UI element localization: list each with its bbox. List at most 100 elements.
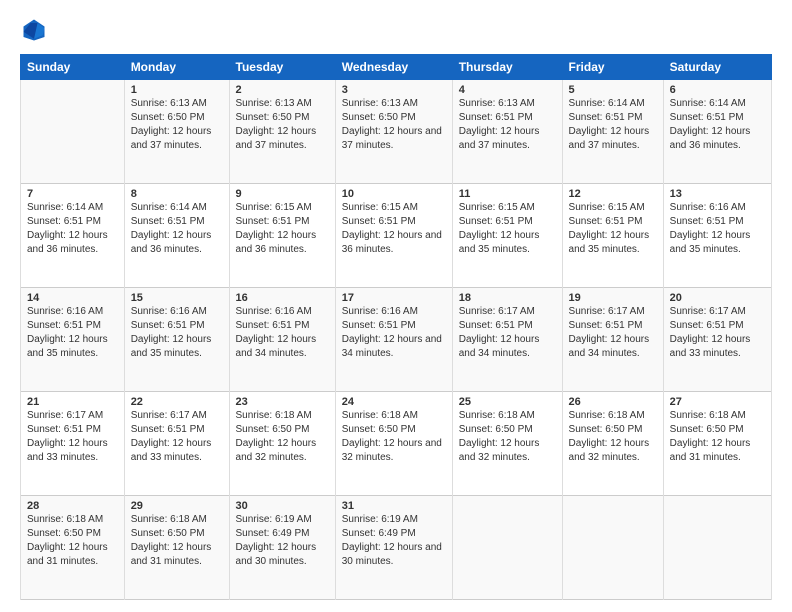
calendar-cell: 18 Sunrise: 6:17 AMSunset: 6:51 PMDayligh… bbox=[452, 288, 562, 392]
day-number: 10 bbox=[342, 188, 446, 200]
day-detail: Sunrise: 6:13 AMSunset: 6:50 PMDaylight:… bbox=[131, 98, 212, 151]
day-number: 8 bbox=[131, 188, 223, 200]
day-number: 17 bbox=[342, 292, 446, 304]
calendar-cell: 23 Sunrise: 6:18 AMSunset: 6:50 PMDayligh… bbox=[229, 392, 335, 496]
day-number: 15 bbox=[131, 292, 223, 304]
calendar-cell: 30 Sunrise: 6:19 AMSunset: 6:49 PMDayligh… bbox=[229, 496, 335, 600]
day-detail: Sunrise: 6:16 AMSunset: 6:51 PMDaylight:… bbox=[131, 306, 212, 359]
calendar-cell: 19 Sunrise: 6:17 AMSunset: 6:51 PMDayligh… bbox=[562, 288, 663, 392]
calendar-week-row: 14Sunrise: 6:16 AMSunset: 6:51 PMDayligh… bbox=[21, 288, 772, 392]
calendar-cell: 21 Sunrise: 6:17 AMSunset: 6:51 PMDayligh… bbox=[21, 392, 125, 496]
day-number: 5 bbox=[569, 84, 657, 96]
calendar-cell: 12 Sunrise: 6:15 AMSunset: 6:51 PMDayligh… bbox=[562, 184, 663, 288]
day-number: 28 bbox=[27, 500, 118, 512]
day-number: 19 bbox=[569, 292, 657, 304]
page: SundayMondayTuesdayWednesdayThursdayFrid… bbox=[0, 0, 792, 612]
day-detail: Sunrise: 6:15 AMSunset: 6:51 PMDaylight:… bbox=[569, 202, 650, 255]
calendar-cell: 16 Sunrise: 6:16 AMSunset: 6:51 PMDayligh… bbox=[229, 288, 335, 392]
calendar-cell: 31Sunrise: 6:19 AMSunset: 6:49 PMDayligh… bbox=[335, 496, 452, 600]
logo bbox=[20, 16, 52, 44]
calendar-cell: 4Sunrise: 6:13 AMSunset: 6:51 PMDaylight… bbox=[452, 80, 562, 184]
day-detail: Sunrise: 6:17 AMSunset: 6:51 PMDaylight:… bbox=[459, 306, 540, 359]
calendar-cell: 3 Sunrise: 6:13 AMSunset: 6:50 PMDaylight… bbox=[335, 80, 452, 184]
day-detail: Sunrise: 6:17 AMSunset: 6:51 PMDaylight:… bbox=[670, 306, 751, 359]
day-detail: Sunrise: 6:19 AMSunset: 6:49 PMDaylight:… bbox=[236, 514, 317, 567]
calendar-week-row: 1 Sunrise: 6:13 AMSunset: 6:50 PMDaylight… bbox=[21, 80, 772, 184]
day-number: 13 bbox=[670, 188, 765, 200]
calendar-cell: 9Sunrise: 6:15 AMSunset: 6:51 PMDaylight… bbox=[229, 184, 335, 288]
calendar-cell: 14Sunrise: 6:16 AMSunset: 6:51 PMDayligh… bbox=[21, 288, 125, 392]
day-number: 6 bbox=[670, 84, 765, 96]
calendar-cell bbox=[452, 496, 562, 600]
day-detail: Sunrise: 6:18 AMSunset: 6:50 PMDaylight:… bbox=[569, 410, 650, 463]
calendar-cell: 29 Sunrise: 6:18 AMSunset: 6:50 PMDayligh… bbox=[124, 496, 229, 600]
day-number: 20 bbox=[670, 292, 765, 304]
calendar-week-row: 21 Sunrise: 6:17 AMSunset: 6:51 PMDayligh… bbox=[21, 392, 772, 496]
calendar-cell: 10 Sunrise: 6:15 AMSunset: 6:51 PMDayligh… bbox=[335, 184, 452, 288]
day-number: 30 bbox=[236, 500, 329, 512]
calendar-cell: 11 Sunrise: 6:15 AMSunset: 6:51 PMDayligh… bbox=[452, 184, 562, 288]
day-detail: Sunrise: 6:17 AMSunset: 6:51 PMDaylight:… bbox=[27, 410, 108, 463]
calendar-cell: 15 Sunrise: 6:16 AMSunset: 6:51 PMDayligh… bbox=[124, 288, 229, 392]
day-detail: Sunrise: 6:14 AMSunset: 6:51 PMDaylight:… bbox=[131, 202, 212, 255]
day-detail: Sunrise: 6:19 AMSunset: 6:49 PMDaylight:… bbox=[342, 514, 442, 567]
day-number: 1 bbox=[131, 84, 223, 96]
header bbox=[20, 16, 772, 44]
calendar-header-row: SundayMondayTuesdayWednesdayThursdayFrid… bbox=[21, 55, 772, 80]
day-detail: Sunrise: 6:15 AMSunset: 6:51 PMDaylight:… bbox=[459, 202, 540, 255]
day-detail: Sunrise: 6:16 AMSunset: 6:51 PMDaylight:… bbox=[236, 306, 317, 359]
day-detail: Sunrise: 6:18 AMSunset: 6:50 PMDaylight:… bbox=[27, 514, 108, 567]
day-detail: Sunrise: 6:18 AMSunset: 6:50 PMDaylight:… bbox=[131, 514, 212, 567]
day-detail: Sunrise: 6:14 AMSunset: 6:51 PMDaylight:… bbox=[670, 98, 751, 151]
calendar-cell bbox=[21, 80, 125, 184]
calendar-cell: 13 Sunrise: 6:16 AMSunset: 6:51 PMDayligh… bbox=[663, 184, 771, 288]
calendar-cell: 27 Sunrise: 6:18 AMSunset: 6:50 PMDayligh… bbox=[663, 392, 771, 496]
day-number: 3 bbox=[342, 84, 446, 96]
calendar-cell: 6 Sunrise: 6:14 AMSunset: 6:51 PMDaylight… bbox=[663, 80, 771, 184]
day-number: 27 bbox=[670, 396, 765, 408]
day-number: 12 bbox=[569, 188, 657, 200]
day-number: 22 bbox=[131, 396, 223, 408]
day-number: 29 bbox=[131, 500, 223, 512]
day-number: 18 bbox=[459, 292, 556, 304]
calendar-cell: 17 Sunrise: 6:16 AMSunset: 6:51 PMDayligh… bbox=[335, 288, 452, 392]
day-number: 26 bbox=[569, 396, 657, 408]
calendar-week-row: 28 Sunrise: 6:18 AMSunset: 6:50 PMDayligh… bbox=[21, 496, 772, 600]
day-detail: Sunrise: 6:18 AMSunset: 6:50 PMDaylight:… bbox=[236, 410, 317, 463]
day-number: 24 bbox=[342, 396, 446, 408]
header-day: Tuesday bbox=[229, 55, 335, 80]
day-detail: Sunrise: 6:13 AMSunset: 6:51 PMDaylight:… bbox=[459, 98, 540, 151]
day-detail: Sunrise: 6:16 AMSunset: 6:51 PMDaylight:… bbox=[670, 202, 751, 255]
calendar-week-row: 7Sunrise: 6:14 AMSunset: 6:51 PMDaylight… bbox=[21, 184, 772, 288]
day-detail: Sunrise: 6:13 AMSunset: 6:50 PMDaylight:… bbox=[236, 98, 317, 151]
header-day: Thursday bbox=[452, 55, 562, 80]
day-number: 11 bbox=[459, 188, 556, 200]
logo-icon bbox=[20, 16, 48, 44]
day-number: 25 bbox=[459, 396, 556, 408]
calendar-cell: 20 Sunrise: 6:17 AMSunset: 6:51 PMDayligh… bbox=[663, 288, 771, 392]
day-detail: Sunrise: 6:14 AMSunset: 6:51 PMDaylight:… bbox=[27, 202, 108, 255]
header-day: Friday bbox=[562, 55, 663, 80]
day-detail: Sunrise: 6:16 AMSunset: 6:51 PMDaylight:… bbox=[342, 306, 442, 359]
day-number: 2 bbox=[236, 84, 329, 96]
day-detail: Sunrise: 6:17 AMSunset: 6:51 PMDaylight:… bbox=[131, 410, 212, 463]
calendar-cell: 8 Sunrise: 6:14 AMSunset: 6:51 PMDaylight… bbox=[124, 184, 229, 288]
day-number: 23 bbox=[236, 396, 329, 408]
day-detail: Sunrise: 6:17 AMSunset: 6:51 PMDaylight:… bbox=[569, 306, 650, 359]
day-detail: Sunrise: 6:15 AMSunset: 6:51 PMDaylight:… bbox=[342, 202, 442, 255]
calendar-cell: 26 Sunrise: 6:18 AMSunset: 6:50 PMDayligh… bbox=[562, 392, 663, 496]
day-number: 9 bbox=[236, 188, 329, 200]
calendar-cell: 1 Sunrise: 6:13 AMSunset: 6:50 PMDaylight… bbox=[124, 80, 229, 184]
calendar-cell bbox=[663, 496, 771, 600]
header-day: Monday bbox=[124, 55, 229, 80]
calendar-cell: 25Sunrise: 6:18 AMSunset: 6:50 PMDayligh… bbox=[452, 392, 562, 496]
header-day: Sunday bbox=[21, 55, 125, 80]
day-detail: Sunrise: 6:13 AMSunset: 6:50 PMDaylight:… bbox=[342, 98, 442, 151]
day-number: 16 bbox=[236, 292, 329, 304]
day-detail: Sunrise: 6:16 AMSunset: 6:51 PMDaylight:… bbox=[27, 306, 108, 359]
calendar-cell: 22 Sunrise: 6:17 AMSunset: 6:51 PMDayligh… bbox=[124, 392, 229, 496]
day-detail: Sunrise: 6:18 AMSunset: 6:50 PMDaylight:… bbox=[670, 410, 751, 463]
calendar-table: SundayMondayTuesdayWednesdayThursdayFrid… bbox=[20, 54, 772, 600]
day-detail: Sunrise: 6:14 AMSunset: 6:51 PMDaylight:… bbox=[569, 98, 650, 151]
day-number: 21 bbox=[27, 396, 118, 408]
